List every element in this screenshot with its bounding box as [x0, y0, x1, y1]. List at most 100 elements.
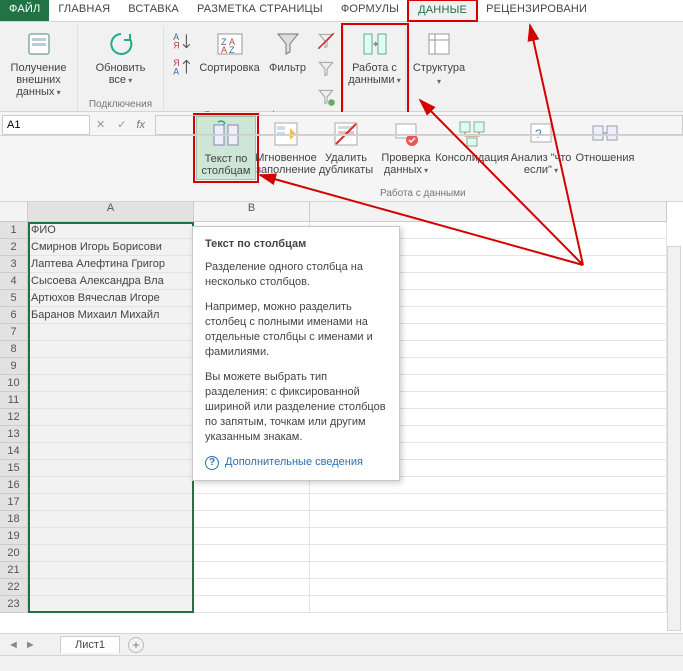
cell[interactable] [194, 545, 310, 562]
cell[interactable] [310, 511, 667, 528]
cell[interactable] [310, 545, 667, 562]
advanced-filter-icon[interactable] [315, 86, 337, 108]
row-header[interactable]: 14 [0, 443, 28, 460]
tab-data[interactable]: ДАННЫЕ [408, 0, 477, 21]
vertical-scrollbar[interactable] [667, 246, 681, 631]
tab-formulas[interactable]: ФОРМУЛЫ [332, 0, 408, 21]
cell[interactable] [28, 341, 194, 358]
cell[interactable] [194, 579, 310, 596]
row-header[interactable]: 22 [0, 579, 28, 596]
cell-A4[interactable]: Сысоева Александра Вла [28, 273, 194, 290]
row-header[interactable]: 12 [0, 409, 28, 426]
cell[interactable] [28, 426, 194, 443]
col-header-A[interactable]: A [28, 202, 194, 222]
cell[interactable] [310, 494, 667, 511]
cell[interactable] [194, 528, 310, 545]
outline-button[interactable]: Структура [409, 26, 469, 90]
row-header[interactable]: 18 [0, 511, 28, 528]
cell-A6[interactable]: Баранов Михаил Михайл [28, 307, 194, 324]
sort-za-icon[interactable]: ЯA [171, 56, 193, 78]
sheet-nav[interactable]: ◄► [8, 639, 36, 651]
tab-file[interactable]: ФАЙЛ [0, 0, 49, 21]
ribbon-data: Получение внешних данных Обновить все По… [0, 22, 683, 112]
refresh-all-button[interactable]: Обновить все [91, 26, 151, 89]
cell[interactable] [28, 409, 194, 426]
row-header[interactable]: 13 [0, 426, 28, 443]
cell[interactable] [194, 494, 310, 511]
row-header[interactable]: 20 [0, 545, 28, 562]
cell[interactable] [28, 562, 194, 579]
row-header[interactable]: 10 [0, 375, 28, 392]
row-header[interactable]: 7 [0, 324, 28, 341]
cell[interactable] [310, 596, 667, 613]
cell[interactable] [310, 528, 667, 545]
row-header[interactable]: 23 [0, 596, 28, 613]
sheet-tab[interactable]: Лист1 [60, 636, 120, 653]
row-header[interactable]: 16 [0, 477, 28, 494]
fx-icon[interactable]: fx [132, 119, 149, 131]
sort-az-za-buttons[interactable]: AЯ ЯA [171, 26, 193, 80]
cell[interactable] [28, 511, 194, 528]
cell[interactable] [28, 358, 194, 375]
col-header-rest[interactable] [310, 202, 667, 222]
connections-group-label: Подключения [89, 99, 152, 112]
tooltip-more-label: Дополнительные сведения [225, 455, 363, 470]
fx-enter-icon[interactable]: ✓ [111, 118, 132, 131]
cell[interactable] [28, 443, 194, 460]
row-header[interactable]: 1 [0, 222, 28, 239]
row-header[interactable]: 15 [0, 460, 28, 477]
tab-insert[interactable]: ВСТАВКА [119, 0, 188, 21]
tooltip-p1: Разделение одного столбца на несколько с… [205, 260, 387, 290]
cell-A5[interactable]: Артюхов Вячеслав Игоре [28, 290, 194, 307]
row-header[interactable]: 6 [0, 307, 28, 324]
row-header[interactable]: 8 [0, 341, 28, 358]
cell[interactable] [194, 562, 310, 579]
row-header[interactable]: 9 [0, 358, 28, 375]
tab-page-layout[interactable]: РАЗМЕТКА СТРАНИЦЫ [188, 0, 332, 21]
cell[interactable] [28, 545, 194, 562]
cell[interactable] [310, 579, 667, 596]
tab-review[interactable]: РЕЦЕНЗИРОВАНИ [477, 0, 596, 21]
tab-home[interactable]: ГЛАВНАЯ [49, 0, 119, 21]
row-header[interactable]: 19 [0, 528, 28, 545]
row-header[interactable]: 2 [0, 239, 28, 256]
data-tools-button[interactable]: Работа с данными [345, 26, 405, 89]
cell[interactable] [28, 494, 194, 511]
cell[interactable] [28, 375, 194, 392]
select-all-corner[interactable] [0, 202, 28, 222]
row-header[interactable]: 17 [0, 494, 28, 511]
cell[interactable] [28, 392, 194, 409]
row-header[interactable]: 11 [0, 392, 28, 409]
col-header-B[interactable]: B [194, 202, 310, 222]
cell-A1[interactable]: ФИО [28, 222, 194, 239]
new-sheet-button[interactable]: + [128, 637, 144, 653]
get-external-data-button[interactable]: Получение внешних данных [9, 26, 69, 101]
sort-button[interactable]: ZAAZ Сортировка [197, 26, 263, 76]
cell[interactable] [28, 477, 194, 494]
cell-A2[interactable]: Смирнов Игорь Борисови [28, 239, 194, 256]
reapply-filter-icon[interactable] [315, 58, 337, 80]
filter-button[interactable]: Фильтр [263, 26, 313, 76]
sheet-tab-bar: ◄► Лист1 + [0, 633, 683, 655]
tooltip-more-link[interactable]: ? Дополнительные сведения [205, 455, 387, 470]
clear-filter-icon[interactable] [315, 30, 337, 52]
sheet-prev-icon[interactable]: ◄ [8, 639, 19, 651]
name-box[interactable] [2, 115, 90, 135]
cell[interactable] [194, 511, 310, 528]
cell[interactable] [194, 596, 310, 613]
row-header[interactable]: 21 [0, 562, 28, 579]
cell[interactable] [28, 579, 194, 596]
row-header[interactable]: 4 [0, 273, 28, 290]
cell[interactable] [28, 596, 194, 613]
sheet-next-icon[interactable]: ► [25, 639, 36, 651]
sort-az-icon[interactable]: AЯ [171, 30, 193, 52]
cell[interactable] [310, 562, 667, 579]
cell[interactable] [28, 528, 194, 545]
formula-bar[interactable] [155, 115, 683, 135]
fx-cancel-icon[interactable]: ✕ [90, 118, 111, 131]
row-header[interactable]: 3 [0, 256, 28, 273]
cell-A3[interactable]: Лаптева Алефтина Григор [28, 256, 194, 273]
row-header[interactable]: 5 [0, 290, 28, 307]
cell[interactable] [28, 324, 194, 341]
cell[interactable] [28, 460, 194, 477]
